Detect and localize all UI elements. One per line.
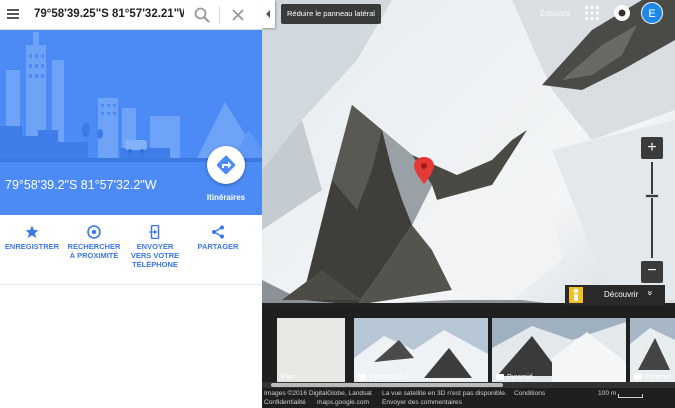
chevron-down-icon: » xyxy=(645,290,656,296)
discover-toggle[interactable]: Découvrir » xyxy=(565,285,665,305)
star-icon xyxy=(25,225,39,238)
privacy-link[interactable]: Confidentialité xyxy=(264,399,306,406)
action-row: ENREGISTRER RECHERCHER À PROXIMITÉ ENVOYE… xyxy=(0,215,262,285)
camera-icon xyxy=(358,374,366,380)
share-label: PARTAGER xyxy=(197,242,239,251)
map-footer: Images ©2016 DigitalGlobe, Landsat La vu… xyxy=(262,388,675,408)
share-button[interactable]: PARTAGER xyxy=(187,225,249,251)
share-icon xyxy=(212,225,224,239)
search-icon[interactable] xyxy=(193,6,211,24)
search-input[interactable] xyxy=(34,4,184,24)
camera-icon xyxy=(634,374,642,380)
search-nearby-button[interactable]: RECHERCHER À PROXIMITÉ xyxy=(63,225,125,260)
zoom-slider-track[interactable] xyxy=(651,162,653,258)
chevron-left-icon xyxy=(266,10,270,18)
send-feedback-link[interactable]: Envoyer des commentaires xyxy=(382,399,462,406)
city-illustration xyxy=(0,30,262,162)
send-to-phone-icon xyxy=(149,225,160,239)
discover-label: Découvrir xyxy=(604,290,639,299)
account-avatar[interactable]: E xyxy=(641,2,663,24)
filmstrip-item-map[interactable]: Plan xyxy=(277,318,345,384)
search-divider xyxy=(219,6,220,24)
directions-label[interactable]: Itinéraires xyxy=(200,193,252,202)
filmstrip-caption: Plan xyxy=(281,374,296,381)
scale-bar xyxy=(618,394,643,398)
nearby-icon xyxy=(87,225,101,239)
apps-grid-icon[interactable] xyxy=(585,6,599,20)
filmstrip-caption: Pyramid xyxy=(634,374,671,381)
collapse-panel-tooltip: Réduire le panneau latéral xyxy=(281,4,381,24)
pegman-icon[interactable] xyxy=(569,287,583,303)
close-icon[interactable] xyxy=(229,6,247,24)
camera-icon xyxy=(496,374,504,380)
zoom-slider-thumb[interactable] xyxy=(645,194,659,198)
filmstrip-scrollbar-thumb[interactable] xyxy=(271,383,503,387)
filmstrip-caption: Pyramid xyxy=(496,374,533,381)
zoom-control: + − xyxy=(641,137,663,283)
scale-label: 100 m xyxy=(598,390,617,397)
place-coordinates: 79°58'39.2"S 81°57'32.2"W xyxy=(5,178,157,192)
filmstrip-item-photo[interactable]: Pyramid D-3 xyxy=(354,318,488,384)
photo-filmstrip: Plan Pyramid D-3 Pyramid Pyramid xyxy=(262,307,675,387)
place-header: 79°58'39.2"S 81°57'32.2"W Itinéraires xyxy=(0,30,262,215)
zoom-out-button[interactable]: − xyxy=(641,261,663,283)
hamburger-menu-icon[interactable] xyxy=(5,6,21,22)
filmstrip-caption: Pyramid D-3 xyxy=(358,374,408,381)
side-panel: 79°58'39.2"S 81°57'32.2"W Itinéraires EN… xyxy=(0,0,262,408)
filmstrip-item-photo[interactable]: Pyramid xyxy=(492,318,626,384)
send-to-phone-button[interactable]: ENVOYER VERS VOTRE TÉLÉPHONE xyxy=(124,225,186,269)
terms-link[interactable]: Conditions xyxy=(514,390,545,397)
directions-button[interactable] xyxy=(207,146,245,184)
notifications-icon[interactable] xyxy=(614,5,630,21)
imagery-copyright: Images ©2016 DigitalGlobe, Landsat xyxy=(264,390,372,397)
maps-domain-link[interactable]: maps.google.com xyxy=(317,399,369,406)
send-to-phone-label: ENVOYER VERS VOTRE TÉLÉPHONE xyxy=(130,242,180,269)
search-nearby-label: RECHERCHER À PROXIMITÉ xyxy=(67,242,121,260)
zoom-in-button[interactable]: + xyxy=(641,137,663,159)
user-name: Edouard xyxy=(540,9,571,18)
filmstrip-item-photo[interactable]: Pyramid xyxy=(630,318,675,384)
directions-icon xyxy=(216,155,236,175)
search-bar xyxy=(0,0,262,30)
save-button[interactable]: ENREGISTRER xyxy=(1,225,63,251)
save-label: ENREGISTRER xyxy=(4,242,60,251)
collapse-panel-button[interactable] xyxy=(262,0,275,28)
satellite-3d-notice: La vue satellite en 3D n'est pas disponi… xyxy=(382,390,507,397)
